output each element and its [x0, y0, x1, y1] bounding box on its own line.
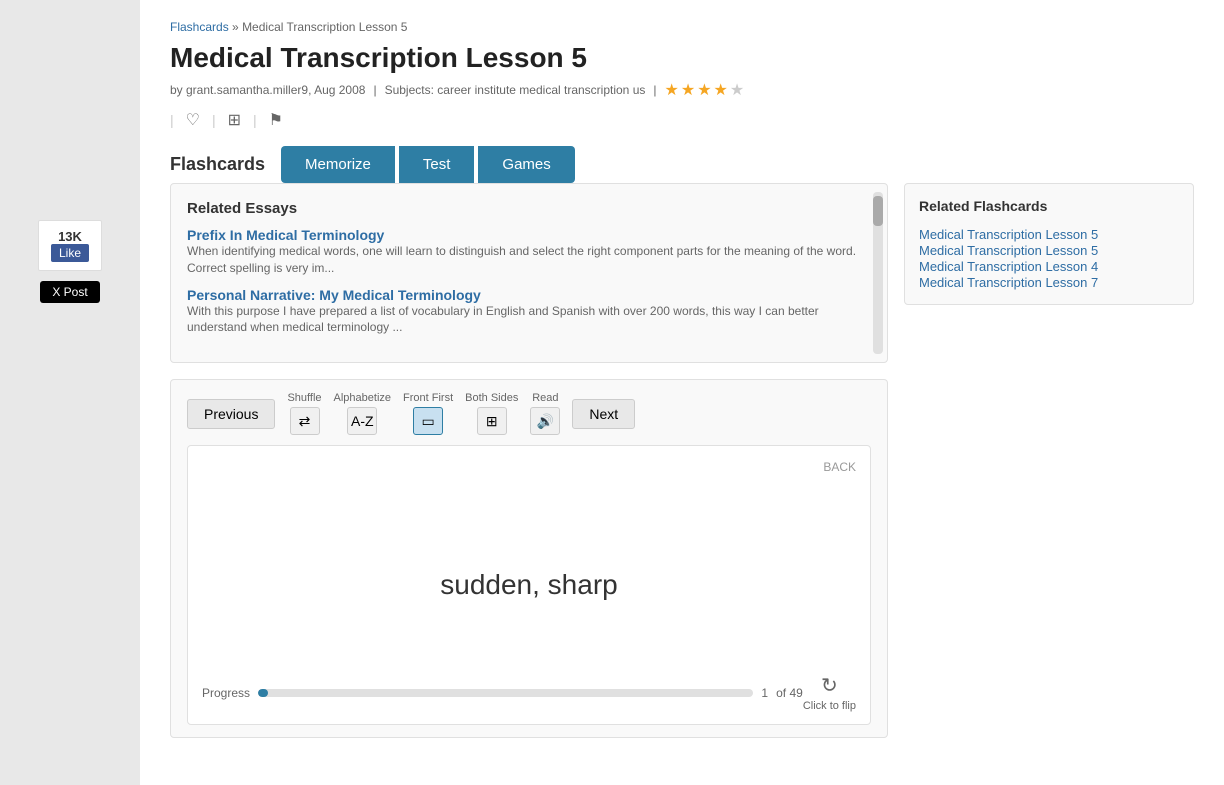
breadcrumb: Flashcards » Medical Transcription Lesso… [170, 20, 1194, 34]
read-label: Read [532, 392, 558, 404]
star-5: ★ [730, 80, 744, 100]
flashcard-controls: Previous Shuffle ⇄ Alphabetize A-Z Front… [170, 379, 888, 738]
read-control: Read 🔊 [530, 392, 560, 435]
tabs-container: Flashcards Memorize Test Games [170, 146, 1194, 183]
related-item-2: Medical Transcription Lesson 5 [919, 242, 1179, 258]
front-first-label: Front First [403, 392, 453, 404]
progress-section: Progress 1 of 49 [202, 686, 803, 700]
progress-bar-container [258, 689, 753, 697]
related-link-3[interactable]: Medical Transcription Lesson 4 [919, 259, 1098, 274]
controls-row: Previous Shuffle ⇄ Alphabetize A-Z Front… [187, 392, 871, 435]
related-link-1[interactable]: Medical Transcription Lesson 5 [919, 227, 1098, 242]
related-flashcards-box: Related Flashcards Medical Transcription… [904, 183, 1194, 305]
both-sides-label: Both Sides [465, 392, 518, 404]
tab-games[interactable]: Games [478, 146, 574, 183]
tab-memorize[interactable]: Memorize [281, 146, 395, 183]
front-first-control: Front First ▭ [403, 392, 453, 435]
related-scroll-area: Medical Transcription Lesson 5 Medical T… [919, 226, 1179, 290]
fb-like-button[interactable]: Like [51, 244, 89, 262]
content-area: Related Essays Prefix In Medical Termino… [170, 183, 1194, 738]
meta-subjects: Subjects: career institute medical trans… [385, 83, 646, 97]
favorite-icon[interactable]: ♡ [182, 110, 204, 130]
breadcrumb-current: Medical Transcription Lesson 5 [242, 20, 407, 34]
add-icon[interactable]: ⊞ [224, 110, 245, 130]
front-first-button[interactable]: ▭ [413, 407, 443, 435]
essay-link-2[interactable]: Personal Narrative: My Medical Terminolo… [187, 287, 481, 303]
flip-icon: ↻ [821, 673, 838, 698]
right-panel: Related Flashcards Medical Transcription… [904, 183, 1194, 738]
progress-bar-fill [258, 689, 268, 697]
essay-link-1[interactable]: Prefix In Medical Terminology [187, 227, 384, 243]
flashcard-area[interactable]: BACK sudden, sharp Progress 1 of 49 [187, 445, 871, 725]
both-sides-control: Both Sides ⊞ [465, 392, 518, 435]
x-post-button[interactable]: X Post [40, 281, 99, 303]
essay-item-1: Prefix In Medical Terminology When ident… [187, 227, 871, 277]
flip-section[interactable]: ↻ Click to flip [803, 673, 856, 712]
both-sides-button[interactable]: ⊞ [477, 407, 507, 435]
alphabetize-button[interactable]: A-Z [347, 407, 377, 435]
action-icons: | ♡ | ⊞ | ⚑ [170, 110, 1194, 130]
breadcrumb-home[interactable]: Flashcards [170, 20, 229, 34]
related-flashcards-title: Related Flashcards [919, 198, 1179, 214]
alphabetize-control: Alphabetize A-Z [334, 392, 392, 435]
meta-separator: | [373, 83, 376, 97]
left-sidebar: 13K Like X Post [0, 0, 140, 785]
progress-current: 1 [761, 686, 768, 700]
breadcrumb-separator: » [232, 20, 239, 34]
essays-scrollbar[interactable] [873, 192, 883, 354]
next-button[interactable]: Next [572, 399, 635, 429]
essay-item-2: Personal Narrative: My Medical Terminolo… [187, 287, 871, 337]
related-item-4: Medical Transcription Lesson 7 [919, 274, 1179, 290]
main-panel: Related Essays Prefix In Medical Termino… [170, 183, 888, 738]
star-3: ★ [697, 80, 711, 100]
flip-label: Click to flip [803, 700, 856, 712]
related-essays-section: Related Essays Prefix In Medical Termino… [170, 183, 888, 363]
page-title: Medical Transcription Lesson 5 [170, 42, 1194, 74]
related-item-1: Medical Transcription Lesson 5 [919, 226, 1179, 242]
share-icon[interactable]: ⚑ [265, 110, 287, 130]
tab-flashcards[interactable]: Flashcards [170, 146, 281, 183]
shuffle-button[interactable]: ⇄ [290, 407, 320, 435]
alphabetize-label: Alphabetize [334, 392, 392, 404]
progress-of: of 49 [776, 686, 803, 700]
progress-label: Progress [202, 686, 250, 700]
card-footer: Progress 1 of 49 ↻ Click to flip [188, 673, 870, 712]
related-link-2[interactable]: Medical Transcription Lesson 5 [919, 243, 1098, 258]
related-link-4[interactable]: Medical Transcription Lesson 7 [919, 275, 1098, 290]
rating-stars: ★ ★ ★ ★ ★ [665, 80, 745, 100]
related-essays-title: Related Essays [187, 200, 871, 217]
main-content: Flashcards » Medical Transcription Lesso… [140, 0, 1224, 785]
shuffle-control: Shuffle ⇄ [287, 392, 321, 435]
previous-button[interactable]: Previous [187, 399, 275, 429]
star-4: ★ [714, 80, 728, 100]
star-1: ★ [665, 80, 679, 100]
essays-scrollbar-thumb [873, 196, 883, 226]
back-label: BACK [823, 460, 856, 474]
essay-excerpt-1: When identifying medical words, one will… [187, 243, 871, 277]
flashcard-text: sudden, sharp [440, 569, 617, 601]
read-button[interactable]: 🔊 [530, 407, 560, 435]
essay-excerpt-2: With this purpose I have prepared a list… [187, 303, 871, 337]
fb-count: 13K [51, 229, 89, 244]
star-2: ★ [681, 80, 695, 100]
meta-row: by grant.samantha.miller9, Aug 2008 | Su… [170, 80, 1194, 100]
related-item-3: Medical Transcription Lesson 4 [919, 258, 1179, 274]
meta-divider: | [653, 83, 656, 97]
shuffle-label: Shuffle [287, 392, 321, 404]
fb-like-box: 13K Like [38, 220, 102, 271]
meta-author: by grant.samantha.miller9, Aug 2008 [170, 83, 365, 97]
tab-test[interactable]: Test [399, 146, 475, 183]
